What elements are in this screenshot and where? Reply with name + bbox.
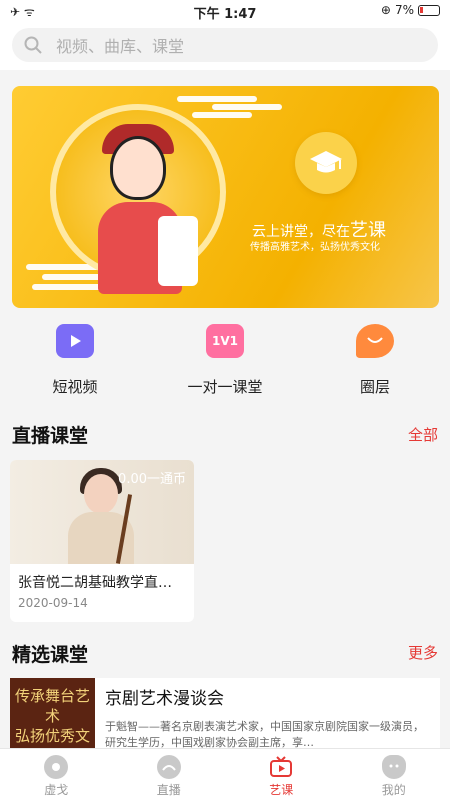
- tab-mine[interactable]: 我的: [338, 749, 450, 800]
- search-placeholder: 视频、曲库、课堂: [56, 37, 185, 56]
- cloud-decoration: [192, 112, 252, 118]
- featured-section-title: 精选课堂: [12, 644, 89, 666]
- tab-label: 直播: [156, 783, 181, 797]
- search-icon: [24, 36, 42, 54]
- teacher-face: [84, 474, 118, 514]
- mask-icon: [381, 755, 406, 779]
- tab-label: 艺课: [269, 783, 294, 797]
- live-icon: [156, 755, 181, 779]
- bottom-tab-bar: 虚戈 直播 艺课 我的: [0, 748, 450, 800]
- tab-xuge[interactable]: 虚戈: [0, 749, 113, 800]
- tab-label: 虚戈: [44, 783, 69, 797]
- quick-label: 圈层: [359, 378, 390, 396]
- tab-live[interactable]: 直播: [113, 749, 226, 800]
- quick-one-on-one[interactable]: 1V1 一对一课堂: [150, 318, 300, 398]
- graduation-cap-icon: [295, 132, 357, 194]
- quick-label: 短视频: [52, 378, 98, 396]
- course-title: 京剧艺术漫谈会: [104, 689, 224, 709]
- cloud-decoration: [212, 104, 282, 110]
- quick-entry-row: 短视频 1V1 一对一课堂 圈层: [0, 318, 450, 398]
- battery-percent: 7%: [394, 3, 414, 17]
- circle-chat-icon: [356, 324, 394, 358]
- live-section-title: 直播课堂: [12, 425, 89, 447]
- live-all-link[interactable]: 全部: [408, 424, 438, 445]
- search-bar-area: 视频、曲库、课堂: [0, 22, 450, 70]
- opera-girl-sleeve: [158, 216, 198, 286]
- live-course-date: 2020-09-14: [18, 596, 88, 610]
- cloud-decoration: [177, 96, 257, 102]
- course-icon: [269, 755, 293, 779]
- search-input[interactable]: 视频、曲库、课堂: [12, 28, 438, 62]
- featured-more-link[interactable]: 更多: [408, 642, 438, 663]
- opera-girl-face: [110, 136, 166, 200]
- quick-label: 一对一课堂: [187, 378, 263, 396]
- banner-subtitle: 传播高雅艺术，弘扬优秀文化: [250, 242, 380, 253]
- status-bar: ✈ ᯤ 下午 1:47 ⊕ 7%: [0, 0, 450, 22]
- live-course-title: 张音悦二胡基础教学直…: [18, 575, 172, 591]
- quick-circle[interactable]: 圈层: [300, 318, 450, 398]
- quick-short-video[interactable]: 短视频: [0, 318, 150, 398]
- live-course-card[interactable]: 0.00一通币 张音悦二胡基础教学直… 2020-09-14: [10, 460, 194, 622]
- live-price: 0.00一通币: [118, 472, 186, 487]
- opera-icon: [44, 755, 69, 779]
- rotation-lock-icon: ⊕: [380, 3, 391, 17]
- live-course-thumbnail: 0.00一通币: [10, 460, 194, 564]
- promo-banner[interactable]: [12, 86, 439, 308]
- play-icon: [56, 324, 94, 358]
- tab-course[interactable]: 艺课: [225, 749, 338, 800]
- one-on-one-icon: 1V1: [206, 324, 244, 358]
- status-right: ⊕ 7%: [381, 3, 440, 17]
- course-image-text: 传承舞台艺术: [14, 687, 90, 725]
- tab-label: 我的: [381, 783, 406, 797]
- battery-icon: [418, 4, 440, 16]
